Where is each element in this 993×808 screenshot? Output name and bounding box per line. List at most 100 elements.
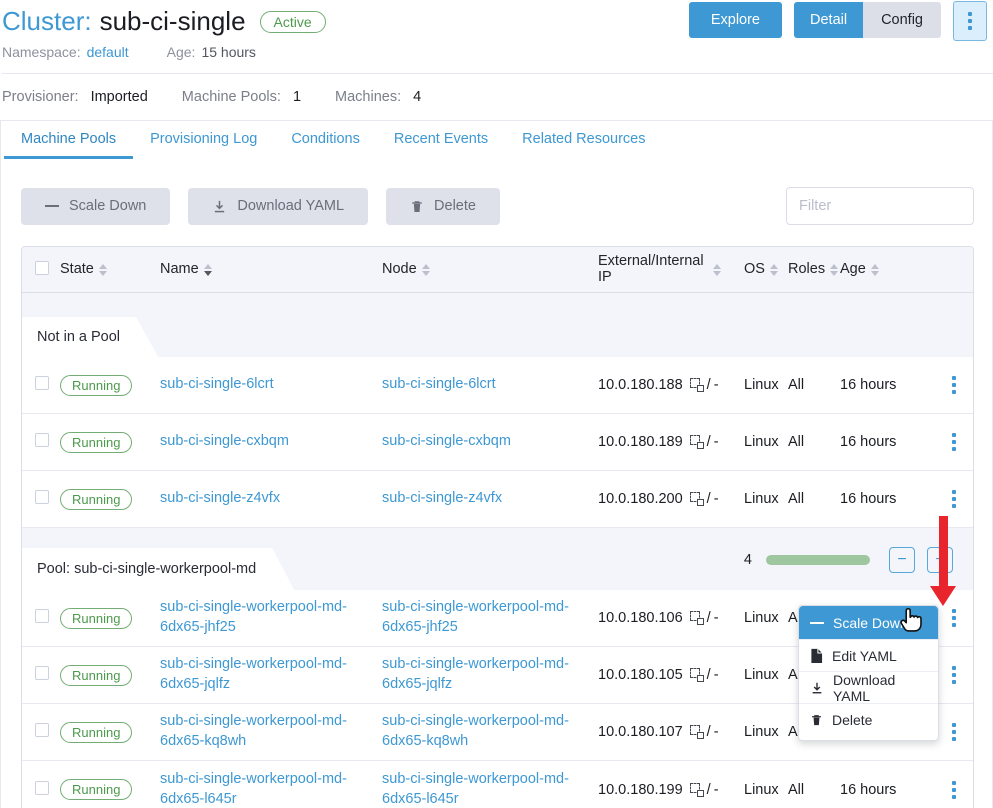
- age-value: 16 hours: [840, 377, 934, 393]
- column-header-age[interactable]: Age: [840, 262, 934, 278]
- copy-icon[interactable]: [690, 435, 704, 449]
- column-header-ip[interactable]: External/Internal IP: [598, 254, 744, 286]
- sort-icon: [770, 264, 778, 276]
- cluster-detail-page: Cluster: sub-ci-single Active Namespace:…: [0, 0, 993, 808]
- delete-button[interactable]: Delete: [386, 188, 500, 225]
- node-link[interactable]: sub-ci-single-6lcrt: [382, 375, 496, 395]
- pool-scale-progress-bar: [766, 555, 870, 565]
- scale-down-pool-button[interactable]: −: [889, 547, 915, 573]
- column-header-node[interactable]: Node: [382, 262, 598, 278]
- group-tab: Pool: sub-ci-single-workerpool-md: [22, 548, 294, 590]
- copy-icon[interactable]: [690, 492, 704, 506]
- machine-name-link[interactable]: sub-ci-single-cxbqm: [160, 432, 289, 452]
- node-link[interactable]: sub-ci-single-z4vfx: [382, 489, 502, 509]
- state-badge: Running: [60, 665, 132, 686]
- tab-provisioning-log[interactable]: Provisioning Log: [133, 121, 274, 159]
- external-ip: 10.0.180.106: [598, 610, 683, 626]
- external-ip: 10.0.180.189: [598, 434, 683, 450]
- sort-icon: [713, 264, 721, 276]
- column-header-roles[interactable]: Roles: [788, 262, 840, 278]
- namespace-link[interactable]: default: [87, 44, 129, 60]
- copy-icon[interactable]: [690, 668, 704, 682]
- external-ip: 10.0.180.188: [598, 377, 683, 393]
- menu-item-download-yaml[interactable]: Download YAML: [799, 671, 938, 703]
- internal-ip: -: [714, 724, 719, 740]
- column-header-name[interactable]: Name: [160, 262, 382, 278]
- row-checkbox[interactable]: [35, 376, 49, 390]
- state-badge: Running: [60, 489, 132, 510]
- minus-icon: [45, 205, 59, 207]
- trash-icon: [410, 199, 424, 214]
- header-kebab-menu-button[interactable]: [953, 1, 987, 41]
- pool-scale-count: 4: [744, 552, 752, 568]
- external-ip: 10.0.180.105: [598, 667, 683, 683]
- age-value: 15 hours: [201, 44, 255, 60]
- row-kebab-menu-button[interactable]: [934, 781, 974, 799]
- node-link[interactable]: sub-ci-single-cxbqm: [382, 432, 511, 452]
- page-title-label: Cluster:: [2, 6, 92, 37]
- node-link[interactable]: sub-ci-single-workerpool-md-6dx65-kq8wh: [382, 712, 588, 751]
- row-checkbox[interactable]: [35, 781, 49, 795]
- ip-separator: /: [707, 610, 711, 626]
- node-link[interactable]: sub-ci-single-workerpool-md-6dx65-jhf25: [382, 598, 588, 637]
- ip-separator: /: [707, 724, 711, 740]
- detail-button[interactable]: Detail: [794, 2, 863, 38]
- copy-icon[interactable]: [690, 725, 704, 739]
- row-checkbox[interactable]: [35, 666, 49, 680]
- ip-separator: /: [707, 491, 711, 507]
- red-arrow-annotation: [930, 516, 957, 606]
- tab-recent-events[interactable]: Recent Events: [377, 121, 505, 159]
- machine-name-link[interactable]: sub-ci-single-6lcrt: [160, 375, 274, 395]
- node-link[interactable]: sub-ci-single-workerpool-md-6dx65-l645r: [382, 770, 588, 808]
- machine-name-link[interactable]: sub-ci-single-z4vfx: [160, 489, 280, 509]
- row-checkbox[interactable]: [35, 433, 49, 447]
- os-value: Linux: [744, 724, 788, 740]
- sort-icon: [422, 264, 430, 276]
- column-header-os[interactable]: OS: [744, 262, 788, 278]
- machine-name-link[interactable]: sub-ci-single-workerpool-md-6dx65-jhf25: [160, 598, 366, 637]
- row-checkbox[interactable]: [35, 490, 49, 504]
- os-value: Linux: [744, 377, 788, 393]
- menu-item-delete[interactable]: Delete: [799, 703, 938, 735]
- copy-icon[interactable]: [690, 611, 704, 625]
- config-button[interactable]: Config: [863, 2, 941, 38]
- copy-icon[interactable]: [690, 378, 704, 392]
- group-header-not-in-a-pool: Not in a Pool: [22, 293, 973, 357]
- filter-input[interactable]: [786, 187, 974, 225]
- machine-name-link[interactable]: sub-ci-single-workerpool-md-6dx65-jqlfz: [160, 655, 366, 694]
- os-value: Linux: [744, 610, 788, 626]
- os-value: Linux: [744, 434, 788, 450]
- age-value: 16 hours: [840, 434, 934, 450]
- row-checkbox[interactable]: [35, 723, 49, 737]
- tab-machine-pools[interactable]: Machine Pools: [4, 121, 133, 159]
- internal-ip: -: [714, 667, 719, 683]
- table-row: Running sub-ci-single-workerpool-md-6dx6…: [22, 761, 973, 808]
- bulk-actions-toolbar: Scale Down Download YAML Delete: [21, 187, 974, 225]
- tab-related-resources[interactable]: Related Resources: [505, 121, 662, 159]
- ip-separator: /: [707, 377, 711, 393]
- tab-conditions[interactable]: Conditions: [274, 121, 377, 159]
- row-checkbox[interactable]: [35, 609, 49, 623]
- machine-name-link[interactable]: sub-ci-single-workerpool-md-6dx65-l645r: [160, 770, 366, 808]
- explore-button[interactable]: Explore: [689, 2, 782, 38]
- node-link[interactable]: sub-ci-single-workerpool-md-6dx65-jqlfz: [382, 655, 588, 694]
- hand-pointer-cursor: [897, 602, 927, 639]
- menu-item-edit-yaml[interactable]: Edit YAML: [799, 639, 938, 671]
- state-badge: Running: [60, 608, 132, 629]
- copy-icon[interactable]: [690, 783, 704, 797]
- select-all-checkbox[interactable]: [35, 261, 49, 275]
- row-kebab-menu-button[interactable]: [934, 609, 974, 627]
- download-yaml-button[interactable]: Download YAML: [188, 188, 368, 225]
- divider: [2, 73, 993, 74]
- os-value: Linux: [744, 491, 788, 507]
- row-kebab-menu-button[interactable]: [934, 666, 974, 684]
- external-ip: 10.0.180.200: [598, 491, 683, 507]
- row-kebab-menu-button[interactable]: [934, 376, 974, 394]
- row-kebab-menu-button[interactable]: [934, 723, 974, 741]
- row-kebab-menu-button[interactable]: [934, 433, 974, 451]
- row-kebab-menu-button[interactable]: [934, 490, 974, 508]
- scale-down-button[interactable]: Scale Down: [21, 188, 170, 225]
- column-header-state[interactable]: State: [60, 262, 160, 278]
- os-value: Linux: [744, 667, 788, 683]
- machine-name-link[interactable]: sub-ci-single-workerpool-md-6dx65-kq8wh: [160, 712, 366, 751]
